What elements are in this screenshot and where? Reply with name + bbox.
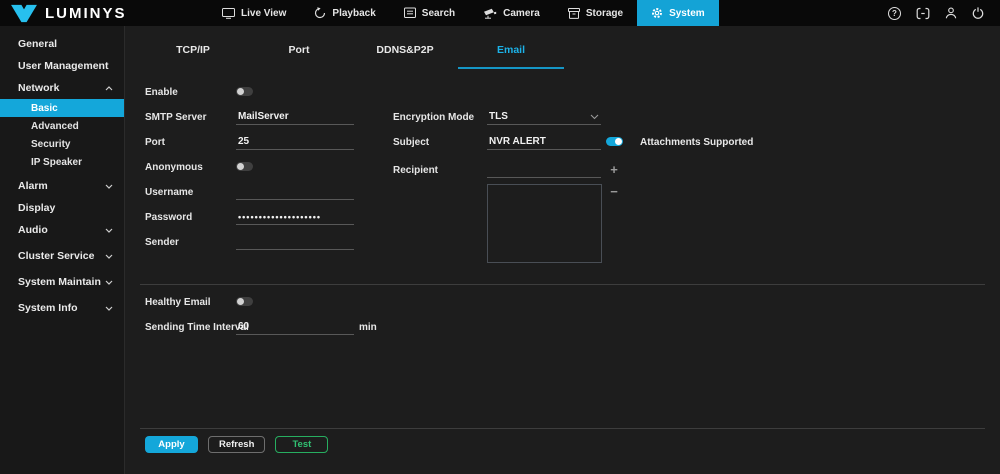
attachments-supported-label: Attachments Supported	[640, 134, 753, 150]
enable-row: Enable	[126, 84, 1000, 100]
chevron-down-icon	[105, 184, 113, 189]
subject-row: Subject NVR ALERT Attachments Supported	[126, 134, 1000, 150]
sending-interval-label: Sending Time Interval	[145, 319, 249, 335]
sidebar-item-system-info[interactable]: System Info	[0, 297, 124, 319]
nav-label: System	[669, 8, 705, 19]
main-navigation: Live View Playback Search Camera	[208, 0, 719, 26]
nav-storage[interactable]: Storage	[554, 0, 637, 26]
utility-icons: ?	[888, 7, 1000, 20]
sidebar-item-cluster-service[interactable]: Cluster Service	[0, 245, 124, 267]
tab-ddns-p2p[interactable]: DDNS&P2P	[352, 44, 458, 69]
nav-label: Live View	[241, 8, 286, 19]
chevron-down-icon	[105, 228, 113, 233]
app-window: LUMINYS Live View Playback Search	[0, 0, 1000, 474]
gear-icon	[651, 7, 663, 19]
enable-label: Enable	[145, 84, 178, 100]
search-files-icon	[404, 7, 416, 19]
tab-tcpip[interactable]: TCP/IP	[140, 44, 246, 69]
top-bar: LUMINYS Live View Playback Search	[0, 0, 1000, 26]
recipient-input[interactable]	[487, 162, 601, 178]
attachments-toggle[interactable]	[606, 137, 623, 146]
chevron-up-icon	[105, 86, 113, 91]
sidebar-item-audio[interactable]: Audio	[0, 219, 124, 241]
nav-camera[interactable]: Camera	[469, 0, 554, 26]
sidebar-subitem-ip-speaker[interactable]: IP Speaker	[0, 153, 124, 171]
nav-label: Camera	[503, 8, 540, 19]
healthy-email-label: Healthy Email	[145, 294, 211, 310]
brand-wordmark: LUMINYS	[45, 5, 127, 22]
subject-label: Subject	[393, 134, 429, 150]
sidebar-item-system-maintain[interactable]: System Maintain	[0, 271, 124, 293]
apply-button[interactable]: Apply	[145, 436, 198, 453]
nav-label: Search	[422, 8, 455, 19]
luminys-logo-icon	[10, 4, 38, 23]
section-divider	[140, 284, 985, 285]
sending-interval-input[interactable]: 60	[236, 319, 354, 335]
recipient-label: Recipient	[393, 162, 438, 178]
refresh-button[interactable]: Refresh	[208, 436, 265, 453]
action-buttons: Apply Refresh Test	[145, 436, 328, 453]
nav-search[interactable]: Search	[390, 0, 469, 26]
tab-port[interactable]: Port	[246, 44, 352, 69]
chevron-down-icon	[105, 280, 113, 285]
brand-logo: LUMINYS	[0, 4, 208, 23]
network-tabs: TCP/IP Port DDNS&P2P Email	[140, 44, 564, 69]
monitor-icon	[222, 8, 235, 19]
user-icon[interactable]	[945, 7, 957, 19]
sidebar-item-display[interactable]: Display	[0, 197, 124, 219]
nav-system[interactable]: System	[637, 0, 719, 26]
username-input[interactable]	[236, 184, 354, 200]
remove-recipient-icon[interactable]: −	[608, 186, 620, 198]
enable-toggle[interactable]	[236, 87, 253, 96]
sidebar-subitem-security[interactable]: Security	[0, 135, 124, 153]
chevron-down-icon	[105, 254, 113, 259]
recipient-row: Recipient +	[126, 162, 1000, 178]
camera-icon	[483, 8, 497, 19]
help-icon[interactable]: ?	[888, 7, 901, 20]
capture-fullscreen-icon[interactable]	[916, 7, 930, 20]
sidebar-item-general[interactable]: General	[0, 33, 124, 55]
network-basic-panel: TCP/IP Port DDNS&P2P Email Enable SMTP S…	[126, 26, 1000, 474]
footer-divider	[140, 428, 985, 429]
sender-label: Sender	[145, 234, 179, 250]
storage-drive-icon	[568, 8, 580, 19]
encryption-mode-row: Encryption Mode TLS	[126, 109, 1000, 125]
username-label: Username	[145, 184, 193, 200]
subject-input[interactable]: NVR ALERT	[487, 134, 601, 150]
settings-sidebar: General User Management Network Basic Ad…	[0, 26, 125, 474]
encryption-mode-select[interactable]: TLS	[487, 109, 601, 125]
healthy-email-row: Healthy Email	[126, 294, 1000, 310]
password-input[interactable]: ••••••••••••••••••••	[236, 209, 354, 225]
replay-arrow-icon	[314, 7, 326, 19]
add-recipient-icon[interactable]: +	[608, 164, 620, 176]
nav-live-view[interactable]: Live View	[208, 0, 300, 26]
password-label: Password	[145, 209, 192, 225]
sidebar-item-user-management[interactable]: User Management	[0, 55, 124, 77]
chevron-down-icon	[590, 114, 599, 120]
test-button[interactable]: Test	[275, 436, 328, 453]
sidebar-item-network[interactable]: Network	[0, 77, 124, 99]
recipient-list[interactable]	[487, 184, 602, 263]
nav-playback[interactable]: Playback	[300, 0, 389, 26]
sidebar-subitem-basic[interactable]: Basic	[0, 99, 124, 117]
sidebar-subitem-advanced[interactable]: Advanced	[0, 117, 124, 135]
sender-input[interactable]	[236, 234, 354, 250]
encryption-mode-label: Encryption Mode	[393, 109, 474, 125]
chevron-down-icon	[105, 306, 113, 311]
sending-interval-row: Sending Time Interval 60 min	[126, 319, 1000, 335]
tab-email[interactable]: Email	[458, 44, 564, 69]
interval-unit-label: min	[359, 319, 377, 335]
healthy-email-toggle[interactable]	[236, 297, 253, 306]
nav-label: Playback	[332, 8, 375, 19]
power-icon[interactable]	[972, 7, 984, 19]
nav-label: Storage	[586, 8, 623, 19]
sidebar-item-alarm[interactable]: Alarm	[0, 175, 124, 197]
